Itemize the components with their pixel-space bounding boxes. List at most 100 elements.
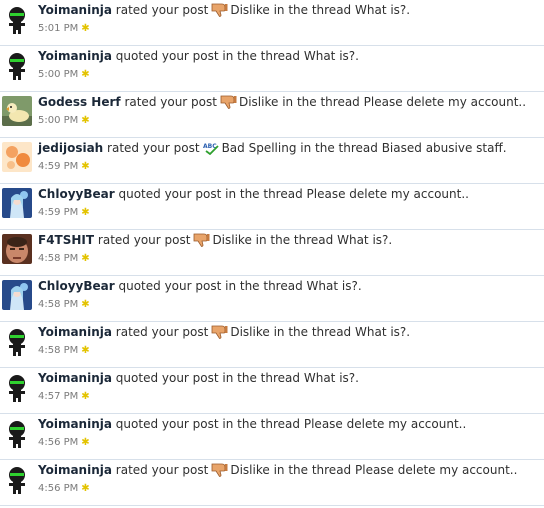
alert-item: Yoimaninja rated your post Dislike in the… <box>0 0 544 46</box>
alert-meta: 4:58 PM ✱ <box>38 253 90 265</box>
alert-meta: 4:58 PM ✱ <box>38 345 90 357</box>
username-link[interactable]: ChloyyBear <box>38 279 115 293</box>
alert-connector: in the thread <box>273 463 352 477</box>
avatar[interactable] <box>2 372 32 402</box>
abc-spellcheck-icon: ABC <box>203 141 220 156</box>
alert-text: Yoimaninja quoted your post in the threa… <box>38 417 466 432</box>
thread-link[interactable]: What is?. <box>337 233 392 247</box>
new-star-icon: ✱ <box>81 437 90 448</box>
new-star-icon: ✱ <box>81 483 90 494</box>
username-link[interactable]: Yoimaninja <box>38 3 112 17</box>
thread-link[interactable]: What is?. <box>304 49 359 63</box>
new-star-icon: ✱ <box>81 69 90 80</box>
thread-link[interactable]: What is?. <box>307 279 362 293</box>
alert-time: 4:58 PM <box>38 299 79 310</box>
username-link[interactable]: F4TSHIT <box>38 233 94 247</box>
alert-action: quoted your post <box>115 371 219 385</box>
rating-label: Dislike <box>238 95 279 109</box>
alert-connector: in the thread <box>222 417 301 431</box>
alert-connector: in the thread <box>273 3 352 17</box>
avatar[interactable] <box>2 326 32 356</box>
alert-text: Yoimaninja rated your post Dislike in the… <box>38 325 410 340</box>
alert-text: ChloyyBear quoted your post in the threa… <box>38 187 469 202</box>
username-link[interactable]: ChloyyBear <box>38 187 115 201</box>
thumbs-down-icon <box>211 3 228 17</box>
thread-link[interactable]: What is?. <box>355 3 410 17</box>
avatar[interactable] <box>2 96 32 126</box>
alert-item: jedijosiah rated your post ABC Bad Spellin… <box>0 138 544 184</box>
alert-time: 5:00 PM <box>38 115 79 126</box>
alert-item: Yoimaninja quoted your post in the threa… <box>0 368 544 414</box>
username-link[interactable]: Yoimaninja <box>38 463 112 477</box>
alert-item: Yoimaninja quoted your post in the threa… <box>0 46 544 92</box>
alert-item: Godess Herf rated your post Dislike in th… <box>0 92 544 138</box>
alert-meta: 5:00 PM ✱ <box>38 69 90 81</box>
new-star-icon: ✱ <box>81 345 90 356</box>
alert-action: rated your post <box>115 325 209 339</box>
alert-meta: 4:56 PM ✱ <box>38 437 90 449</box>
username-link[interactable]: Yoimaninja <box>38 371 112 385</box>
alert-time: 4:58 PM <box>38 253 79 264</box>
username-link[interactable]: Yoimaninja <box>38 417 112 431</box>
alert-connector: in the thread <box>225 279 303 293</box>
username-link[interactable]: Yoimaninja <box>38 49 112 63</box>
alert-time: 4:56 PM <box>38 483 79 494</box>
alert-meta: 4:59 PM ✱ <box>38 207 90 219</box>
avatar[interactable] <box>2 464 32 494</box>
alert-meta: 4:58 PM ✱ <box>38 299 90 311</box>
avatar[interactable] <box>2 50 32 80</box>
alert-item: Yoimaninja rated your post Dislike in the… <box>0 460 544 506</box>
alert-action: rated your post <box>107 141 200 155</box>
alert-action: rated your post <box>115 3 209 17</box>
alert-meta: 5:00 PM ✱ <box>38 115 90 127</box>
alert-connector: in the thread <box>222 371 301 385</box>
thread-link[interactable]: Please delete my account.. <box>304 417 466 431</box>
alert-time: 4:59 PM <box>38 207 79 218</box>
thumbs-down-icon <box>211 463 228 477</box>
alert-time: 4:56 PM <box>38 437 79 448</box>
thread-link[interactable]: Please delete my account.. <box>364 95 526 109</box>
alert-item: ChloyyBear quoted your post in the threa… <box>0 276 544 322</box>
username-link[interactable]: Yoimaninja <box>38 325 112 339</box>
alert-item: Yoimaninja rated your post Dislike in the… <box>0 322 544 368</box>
new-star-icon: ✱ <box>81 299 90 310</box>
new-star-icon: ✱ <box>81 23 90 34</box>
avatar[interactable] <box>2 142 32 172</box>
alert-action: quoted your post <box>115 417 219 431</box>
alert-action: quoted your post <box>118 187 222 201</box>
alert-action: rated your post <box>124 95 217 109</box>
alert-connector: in the thread <box>282 95 360 109</box>
alert-action: rated your post <box>115 463 209 477</box>
thread-link[interactable]: Biased abusive staff. <box>382 141 507 155</box>
avatar[interactable] <box>2 4 32 34</box>
alert-text: Godess Herf rated your post Dislike in th… <box>38 95 526 110</box>
alert-item: F4TSHIT rated your post Dislike in the th… <box>0 230 544 276</box>
alert-connector: in the thread <box>273 325 352 339</box>
avatar[interactable] <box>2 418 32 448</box>
alert-meta: 4:59 PM ✱ <box>38 161 90 173</box>
thumbs-down-icon <box>193 233 210 247</box>
avatar[interactable] <box>2 234 32 264</box>
thread-link[interactable]: Please delete my account.. <box>355 463 517 477</box>
alert-text: Yoimaninja quoted your post in the threa… <box>38 371 359 386</box>
username-link[interactable]: Godess Herf <box>38 95 121 109</box>
username-link[interactable]: jedijosiah <box>38 141 103 155</box>
new-star-icon: ✱ <box>81 115 90 126</box>
alert-text: ChloyyBear quoted your post in the threa… <box>38 279 362 294</box>
thread-link[interactable]: What is?. <box>304 371 359 385</box>
avatar[interactable] <box>2 188 32 218</box>
alert-time: 5:01 PM <box>38 23 79 34</box>
new-star-icon: ✱ <box>81 207 90 218</box>
alert-connector: in the thread <box>225 187 303 201</box>
thumbs-down-icon <box>220 95 237 109</box>
alert-time: 4:57 PM <box>38 391 79 402</box>
thread-link[interactable]: What is?. <box>355 325 410 339</box>
alert-item: ChloyyBear quoted your post in the threa… <box>0 184 544 230</box>
alert-meta: 4:57 PM ✱ <box>38 391 90 403</box>
new-star-icon: ✱ <box>81 391 90 402</box>
alert-connector: in the thread <box>255 233 334 247</box>
rating-label: Dislike <box>230 3 270 17</box>
avatar[interactable] <box>2 280 32 310</box>
rating-label: Dislike <box>212 233 252 247</box>
thread-link[interactable]: Please delete my account.. <box>307 187 469 201</box>
